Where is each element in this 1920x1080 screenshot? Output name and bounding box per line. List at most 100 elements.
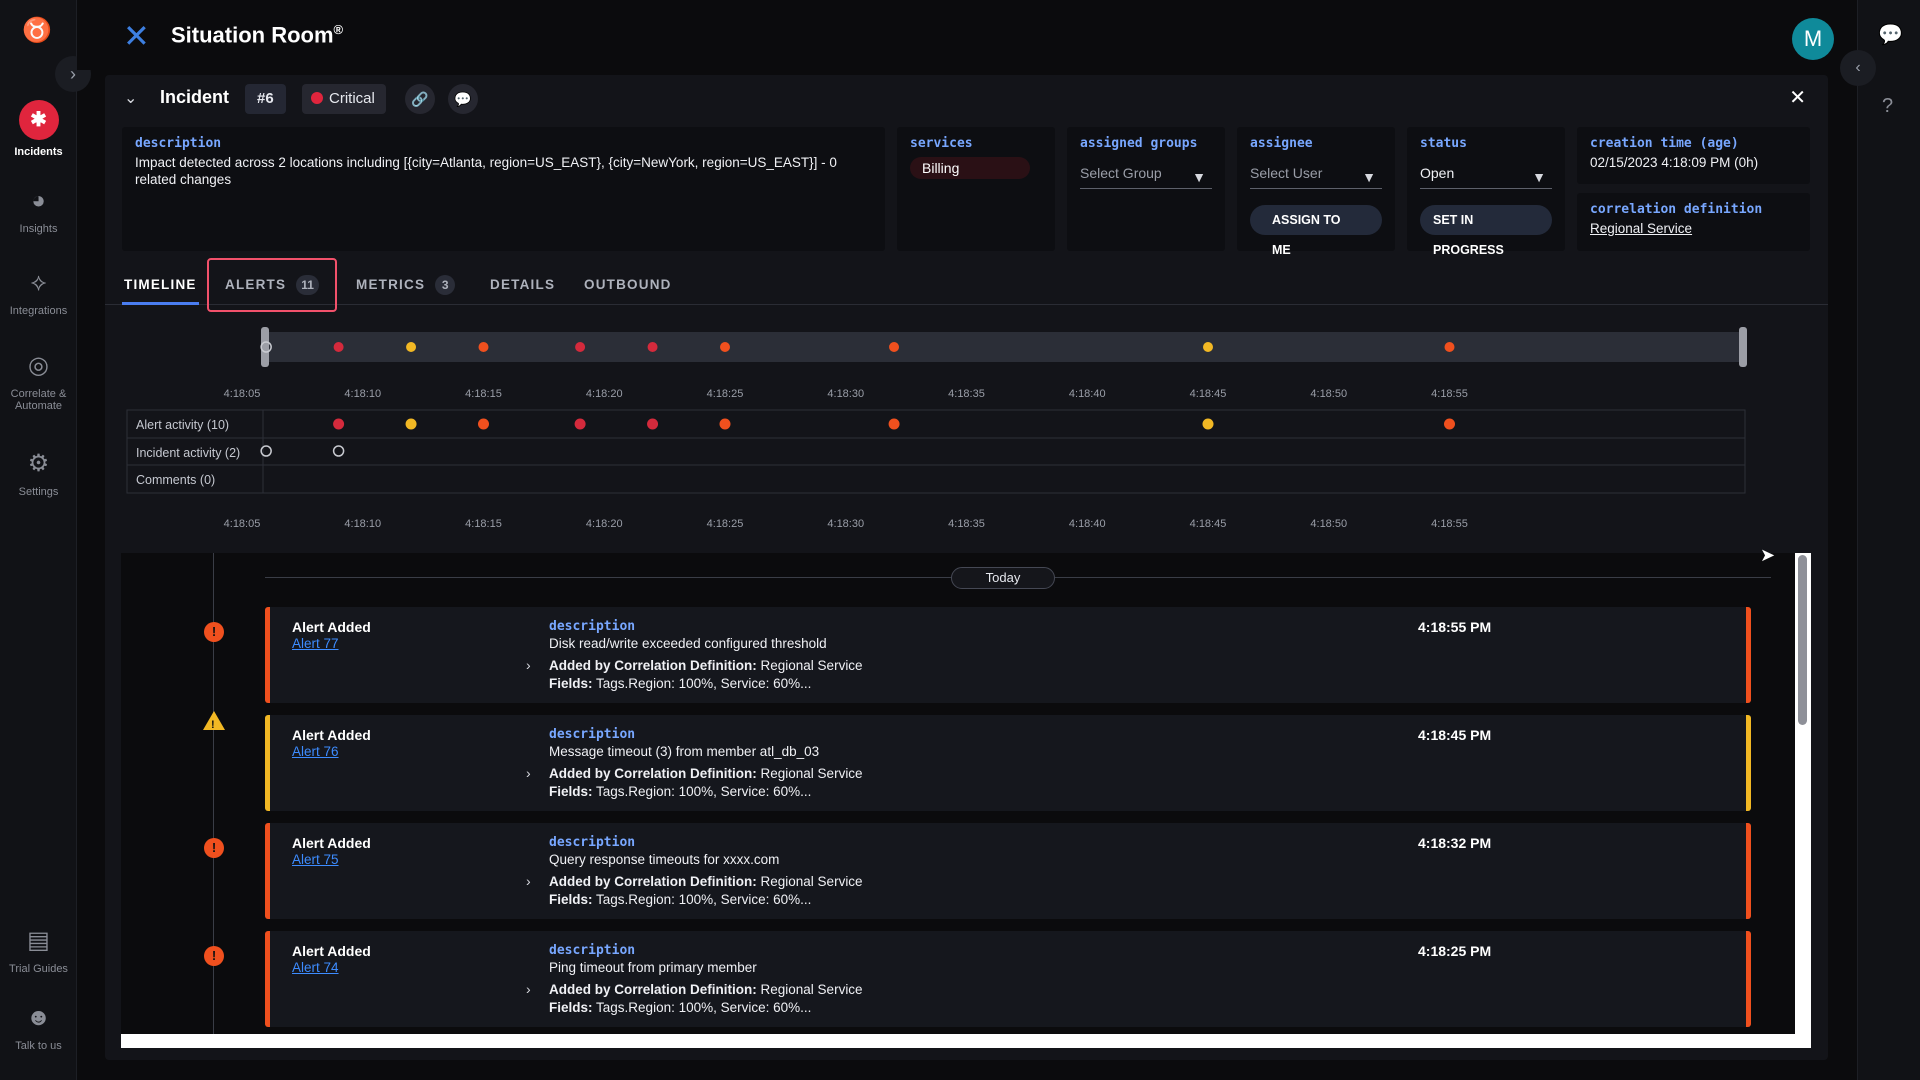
entry-desc-label: description xyxy=(549,727,636,742)
situation-room-logo-icon: ✕ xyxy=(123,18,150,54)
entry-desc: Query response timeouts for xxxx.com xyxy=(549,852,780,867)
row-label-incident: Incident activity (2) xyxy=(136,446,240,460)
app-title-text: Situation Room xyxy=(171,22,334,48)
incident-label: Incident xyxy=(160,87,230,107)
tab-details[interactable]: DETAILS xyxy=(490,265,555,305)
alert-point[interactable] xyxy=(1444,418,1455,430)
help-icon[interactable]: ? xyxy=(1882,95,1893,118)
alert-link[interactable]: Alert 75 xyxy=(292,852,339,867)
feed-entry: Alert Added Alert 77 description Disk re… xyxy=(265,607,1751,703)
time-tick-label: 4:18:25 xyxy=(707,518,744,530)
brush-point xyxy=(1444,342,1455,352)
time-tick-label: 4:18:45 xyxy=(1190,388,1227,400)
nav-item-talk-to-us[interactable]: ☻ Talk to us xyxy=(0,1002,77,1052)
nav-item-integrations[interactable]: ⟡ Integrations xyxy=(0,267,77,317)
incident-point[interactable] xyxy=(332,445,345,457)
tab-label: OUTBOUND xyxy=(584,277,672,292)
error-icon: ! xyxy=(204,946,224,966)
nav-item-incidents[interactable]: ✱ Incidents xyxy=(0,100,77,158)
assign-to-me-button[interactable]: ASSIGN TO ME xyxy=(1250,205,1382,257)
entry-desc-label: description xyxy=(549,943,636,958)
entry-title: Alert Added xyxy=(292,727,371,743)
nav-item-settings[interactable]: ⚙ Settings xyxy=(0,448,77,498)
assigned-groups-label: assigned groups xyxy=(1080,136,1198,151)
expand-chevron-icon[interactable]: › xyxy=(526,765,531,781)
tab-label: DETAILS xyxy=(490,277,556,292)
correlation-link[interactable]: Regional Service xyxy=(1590,221,1692,236)
alert-point[interactable] xyxy=(478,418,489,430)
tab-timeline[interactable]: TIMELINE xyxy=(122,265,199,305)
feed-entry: Alert Added Alert 74 description Ping ti… xyxy=(265,931,1751,1027)
nav-item-insights[interactable]: ◕ Insights xyxy=(0,185,77,235)
bull-logo-icon[interactable]: ♉ xyxy=(22,16,52,46)
time-tick-label: 4:18:05 xyxy=(224,518,261,530)
alert-link[interactable]: Alert 77 xyxy=(292,636,339,651)
right-rail: ‹ 💬 ? xyxy=(1840,0,1920,1080)
fields-value: Tags.Region: 100%, Service: 60%... xyxy=(596,892,812,907)
time-tick-label: 4:18:35 xyxy=(948,518,985,530)
expand-chevron-icon[interactable]: › xyxy=(526,657,531,673)
alert-link[interactable]: Alert 76 xyxy=(292,744,339,759)
set-in-progress-button[interactable]: SET IN PROGRESS xyxy=(1420,205,1552,257)
brush-right-handle[interactable] xyxy=(1739,327,1747,367)
row-label-comments: Comments (0) xyxy=(136,473,215,487)
brush-point xyxy=(333,342,344,352)
entry-correlation: Added by Correlation Definition: Regiona… xyxy=(549,982,863,997)
timeline-brush[interactable] xyxy=(260,327,1747,367)
nav-item-trial-guides[interactable]: ▤ Trial Guides xyxy=(0,925,77,975)
brush-point xyxy=(720,342,730,352)
user-avatar[interactable]: M xyxy=(1792,18,1834,60)
nav-item-label-line1: Correlate & xyxy=(10,388,67,400)
alert-point[interactable] xyxy=(888,418,900,430)
expand-chevron-icon[interactable]: › xyxy=(526,873,531,889)
entry-time: 4:18:55 PM xyxy=(1418,619,1492,635)
alert-point[interactable] xyxy=(647,418,659,430)
service-pill[interactable]: Billing xyxy=(910,157,1030,179)
brush-left-handle[interactable] xyxy=(261,327,269,367)
entry-title: Alert Added xyxy=(292,619,371,635)
tab-label: ALERTS xyxy=(225,277,287,292)
fields-value: Tags.Region: 100%, Service: 60%... xyxy=(596,1000,812,1015)
tab-outbound[interactable]: OUTBOUND xyxy=(584,265,672,305)
time-tick-label: 4:18:20 xyxy=(586,388,623,400)
activity-grid xyxy=(126,409,1746,494)
time-tick-label: 4:18:50 xyxy=(1310,388,1347,400)
alert-point[interactable] xyxy=(719,418,731,430)
alert-point[interactable] xyxy=(574,418,586,430)
corr-value: Regional Service xyxy=(760,766,863,781)
link-icon[interactable]: 🔗 xyxy=(405,84,435,114)
entry-fields: Fields: Tags.Region: 100%, Service: 60%.… xyxy=(549,1000,811,1015)
time-tick-label: 4:18:55 xyxy=(1431,388,1468,400)
nav-item-correlate[interactable]: ◎ Correlate & Automate xyxy=(0,350,77,412)
status-select[interactable]: Open ▼ xyxy=(1420,165,1552,189)
fields-prefix: Fields: xyxy=(549,784,593,799)
services-label: services xyxy=(910,136,973,151)
group-select[interactable]: Select Group ▼ xyxy=(1080,165,1212,189)
description-card: description Impact detected across 2 loc… xyxy=(122,127,885,251)
feed-scrollbar[interactable] xyxy=(1795,553,1811,1048)
alert-point[interactable] xyxy=(1202,418,1214,430)
time-tick-label: 4:18:05 xyxy=(224,388,261,400)
entry-fields: Fields: Tags.Region: 100%, Service: 60%.… xyxy=(549,892,811,907)
collapse-rail-chevron-icon[interactable]: ‹ xyxy=(1840,50,1876,86)
incident-number: #6 xyxy=(245,84,286,114)
alert-point[interactable] xyxy=(405,418,417,430)
scrollbar-thumb[interactable] xyxy=(1798,555,1807,725)
collapse-chevron-icon[interactable]: ⌄ xyxy=(124,88,137,108)
time-tick-label: 4:18:30 xyxy=(827,388,864,400)
time-tick-label: 4:18:40 xyxy=(1069,388,1106,400)
expand-chevron-icon[interactable]: › xyxy=(526,981,531,997)
comment-icon[interactable]: 💬 xyxy=(448,84,478,114)
corr-value: Regional Service xyxy=(760,658,863,673)
feed-entry: Alert Added Alert 76 description Message… xyxy=(265,715,1751,811)
alert-point[interactable] xyxy=(333,418,345,430)
close-icon[interactable]: ✕ xyxy=(1789,85,1806,110)
timeline-chart[interactable]: 4:18:05 4:18:10 4:18:15 4:18:20 4:18:25 4:18:… xyxy=(125,320,1805,570)
severity-label: Critical xyxy=(329,90,375,107)
alert-link[interactable]: Alert 74 xyxy=(292,960,339,975)
status-label: status xyxy=(1420,136,1467,151)
chat-icon[interactable]: 💬 xyxy=(1878,22,1903,47)
tab-metrics[interactable]: METRICS 3 xyxy=(356,265,456,305)
user-select[interactable]: Select User ▼ xyxy=(1250,165,1382,189)
tab-alerts[interactable]: ALERTS 11 xyxy=(207,258,337,312)
